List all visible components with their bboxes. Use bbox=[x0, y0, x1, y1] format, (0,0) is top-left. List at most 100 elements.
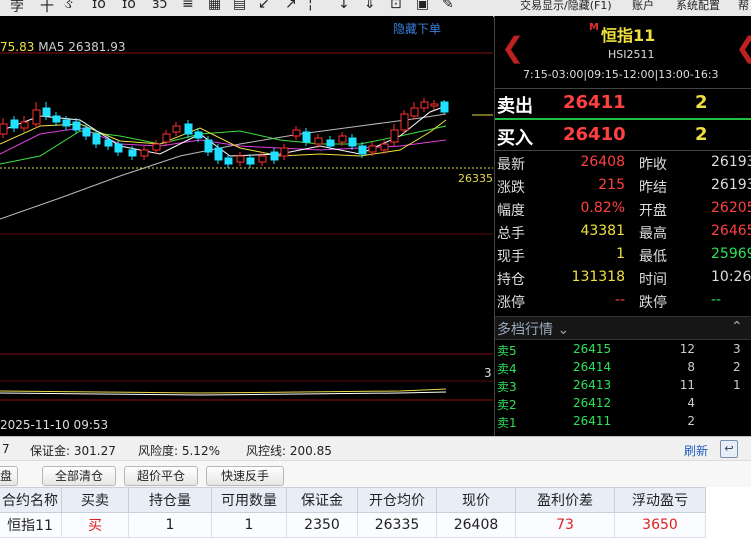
divider bbox=[495, 150, 751, 151]
quote-value: 26193 bbox=[711, 177, 751, 193]
next-contract-icon[interactable]: ❮ bbox=[735, 34, 751, 62]
kline-canvas[interactable] bbox=[0, 16, 493, 436]
depth-price: 26415 bbox=[573, 342, 612, 356]
candle-body bbox=[10, 119, 19, 129]
menu-account[interactable]: 账户 bbox=[632, 0, 654, 13]
contract-code: HSI2511 bbox=[608, 48, 655, 61]
tab-positions[interactable]: 盘 bbox=[0, 466, 18, 486]
candle-body bbox=[410, 107, 419, 117]
candle-body bbox=[348, 137, 357, 147]
column-header[interactable]: 持仓量 bbox=[128, 487, 212, 513]
depth-row[interactable]: 卖1 26411 2 bbox=[495, 414, 751, 432]
ellipse-tool-icon[interactable]: ɪᴏ bbox=[92, 0, 106, 12]
volume-line bbox=[0, 388, 447, 394]
column-header[interactable]: 可用数量 bbox=[211, 487, 287, 513]
column-header[interactable]: 合约名称 bbox=[0, 487, 62, 513]
grid-icon[interactable]: ▦ bbox=[208, 0, 221, 12]
quick-reverse-button[interactable]: 快速反手 bbox=[206, 466, 284, 486]
toolbar: 孛 十 ઙ ɪᴏ ɪᴏ ɜɔ ≡ ▦ ▤ ↙ ↗ ¦ ↓ ⇓ ⊡ ▣ ✎ 交易显… bbox=[0, 0, 751, 17]
candle-body bbox=[430, 103, 439, 107]
main-contract-badge: M bbox=[589, 22, 599, 33]
quote-value: 26408 bbox=[580, 154, 625, 170]
menu-system-config[interactable]: 系统配置 bbox=[676, 0, 720, 13]
over-price-close-button[interactable]: 超价平仓 bbox=[124, 466, 198, 486]
quote-value: -- bbox=[711, 292, 722, 308]
type-icon[interactable]: 孛 bbox=[10, 0, 24, 16]
quote-value: 10:26:58 bbox=[711, 269, 751, 285]
bid-price[interactable]: 26410 bbox=[563, 124, 626, 145]
candle-body bbox=[326, 139, 335, 147]
candle-body bbox=[292, 129, 301, 137]
date-label: 2025-11-10 09:53 bbox=[0, 418, 109, 432]
table-row[interactable]: 恒指11 买 1 1 2350 26335 26408 73 3650 bbox=[0, 512, 706, 538]
column-header[interactable]: 开仓均价 bbox=[357, 487, 437, 513]
quote-value: 26193 bbox=[711, 154, 751, 170]
quote-row: 最新26408昨收26193 bbox=[495, 154, 751, 177]
menu-help[interactable]: 帮 bbox=[738, 0, 749, 13]
candle-body bbox=[400, 113, 409, 131]
depth-label: 卖5 bbox=[497, 344, 517, 358]
bookmark-icon[interactable]: ≡ bbox=[182, 0, 194, 12]
text-tool-icon[interactable]: ɪᴏ bbox=[122, 0, 136, 12]
quote-value: -- bbox=[614, 292, 625, 308]
ask-label: 卖出 bbox=[497, 96, 533, 117]
exit-icon[interactable]: ↩ bbox=[720, 440, 738, 458]
candle-body bbox=[104, 139, 113, 147]
candle-body bbox=[128, 149, 137, 157]
crosshair-icon[interactable]: 十 bbox=[40, 0, 54, 16]
kline-chart[interactable]: 隐藏下单 75.83 MA5 26381.93 26335 3 2025-11-… bbox=[0, 16, 493, 436]
draw-down-icon[interactable]: ⇓ bbox=[364, 0, 376, 12]
measure-icon[interactable]: ɜɔ bbox=[152, 0, 167, 12]
compare-icon[interactable]: ↗ bbox=[285, 0, 297, 12]
quote-row: 持仓131318时间10:26:58 bbox=[495, 269, 751, 292]
candle-body bbox=[280, 147, 289, 157]
collapse-icon[interactable]: ⌃ bbox=[731, 319, 743, 335]
depth-header[interactable]: 多档行情 ⌄ ⌃ bbox=[495, 316, 751, 340]
quote-value: 1 bbox=[616, 246, 625, 262]
contract-name: 恒指11 bbox=[601, 26, 656, 45]
action-bar: 盘 全部清仓 超价平仓 快速反手 bbox=[0, 460, 751, 488]
column-header[interactable]: 保证金 bbox=[286, 487, 358, 513]
quote-value: 26205 bbox=[711, 200, 751, 216]
depth-row[interactable]: 卖4 26414 8 2 bbox=[495, 360, 751, 378]
candle-body bbox=[92, 133, 101, 145]
zoom-icon[interactable]: ⊡ bbox=[390, 0, 402, 12]
hide-order-button[interactable]: 隐藏下单 bbox=[393, 20, 441, 37]
depth-row[interactable]: 卖5 26415 12 3 bbox=[495, 342, 751, 360]
candle-body bbox=[314, 137, 323, 145]
account-status-bar: 7 保证金: 301.27 风险度: 5.12% 风控线: 200.85 刷新 … bbox=[0, 436, 751, 461]
refresh-link[interactable]: 刷新 bbox=[684, 442, 708, 459]
candle-body bbox=[390, 129, 399, 143]
candle-body bbox=[82, 127, 91, 137]
ask-price[interactable]: 26411 bbox=[563, 92, 626, 113]
candle-body bbox=[140, 149, 149, 157]
column-header[interactable]: 盈利价差 bbox=[515, 487, 615, 513]
line-tool-icon[interactable]: ઙ bbox=[64, 0, 73, 12]
arrow-tool-icon[interactable]: ▤ bbox=[233, 0, 246, 12]
prev-contract-icon[interactable]: ❮ bbox=[501, 34, 524, 62]
quote-value: 25969 bbox=[711, 246, 751, 262]
depth-row[interactable]: 卖2 26412 4 bbox=[495, 396, 751, 414]
divider bbox=[495, 88, 751, 89]
depth-row[interactable]: 卖3 26413 11 1 bbox=[495, 378, 751, 396]
quote-label: 开盘 bbox=[639, 203, 667, 219]
close-all-button[interactable]: 全部清仓 bbox=[42, 466, 116, 486]
pen-icon[interactable]: ✎ bbox=[442, 0, 454, 12]
status-prefix: 7 bbox=[2, 442, 10, 456]
ray-tool-icon[interactable]: ↙ bbox=[258, 0, 270, 12]
table-cell: 1 bbox=[211, 512, 287, 538]
down-arrow-icon[interactable]: ↓ bbox=[338, 0, 350, 12]
depth-extra: 2 bbox=[733, 360, 741, 374]
column-header[interactable]: 浮动盈亏 bbox=[614, 487, 706, 513]
bid-qty: 2 bbox=[695, 124, 708, 145]
risk-line-info: 风控线: 200.85 bbox=[246, 444, 332, 458]
column-header[interactable]: 现价 bbox=[436, 487, 516, 513]
candle-body bbox=[162, 133, 171, 143]
menu-trade-toggle[interactable]: 交易显示/隐藏(F1) bbox=[520, 0, 612, 13]
depth-qty: 4 bbox=[687, 396, 695, 410]
quote-label: 最高 bbox=[639, 226, 667, 242]
expand-icon[interactable]: ⌄ bbox=[557, 322, 569, 338]
column-header[interactable]: 买卖 bbox=[61, 487, 129, 513]
candle-body bbox=[358, 145, 367, 155]
window-icon[interactable]: ▣ bbox=[416, 0, 429, 12]
